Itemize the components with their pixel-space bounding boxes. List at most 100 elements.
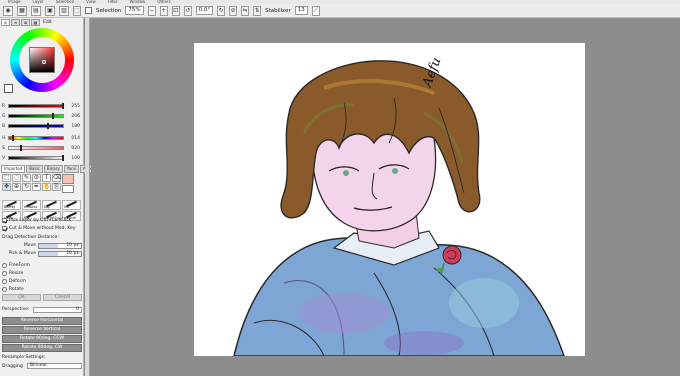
pick-layer-checkbox[interactable] (2, 218, 7, 223)
rotate-ccw-button[interactable]: Rotate 90deg. CCW (2, 335, 82, 343)
rotate-option[interactable]: Rotate (2, 286, 82, 293)
flip-icon[interactable]: ⇋ (241, 5, 250, 16)
cut-move-checkbox[interactable] (2, 226, 7, 231)
secondary-color-box[interactable] (62, 185, 74, 193)
slider-knob[interactable] (46, 123, 49, 129)
tab-imported[interactable]: Imported (1, 165, 26, 173)
color-slider-h[interactable]: H 014 (2, 134, 82, 142)
perspective-field[interactable]: 0 (33, 306, 82, 313)
swatch-mode-icon[interactable]: ▦ (31, 19, 40, 26)
stabilizer-select[interactable]: 13 (294, 6, 308, 15)
rotate-cw-button[interactable]: Rotate 90deg. CW (2, 344, 82, 352)
ok-button[interactable]: OK (2, 294, 41, 301)
rotate-left-icon[interactable]: ↺ (183, 5, 192, 16)
color-marker[interactable] (42, 60, 46, 64)
move-distance-slider[interactable]: Move 16 px (2, 242, 82, 249)
slider-knob[interactable] (61, 103, 64, 109)
slider-knob[interactable] (52, 113, 55, 119)
grid-icon[interactable]: ▦ (17, 5, 27, 16)
drawing-canvas[interactable]: Aefu (194, 43, 585, 357)
rose-brooch (442, 245, 462, 265)
rgb-mode-icon[interactable]: ≡ (11, 19, 20, 26)
slider-value: 180 (71, 123, 80, 129)
canvas-workspace[interactable]: Aefu (91, 18, 680, 376)
tab-yanii[interactable]: Yanii (63, 165, 79, 173)
selection-checkbox[interactable] (85, 7, 92, 14)
foreground-swatch[interactable] (4, 84, 13, 93)
tab-basic[interactable]: Basic (26, 165, 43, 173)
saturation-value-square[interactable] (29, 47, 55, 73)
flip-vertical-icon[interactable]: ⇅ (253, 5, 262, 16)
reverse-vertical-button[interactable]: Reverse Vertical (2, 326, 82, 334)
zoom-in-icon[interactable]: + (159, 5, 168, 16)
rotate-right-icon[interactable]: ↻ (217, 5, 226, 16)
pick-layer-option[interactable]: Pick Layer by Ctrl+LeftClick (2, 217, 82, 224)
wheel-mode-icon[interactable]: ◎ (1, 19, 10, 26)
color-mode-icon[interactable]: ◉ (3, 5, 13, 16)
navigator-icon[interactable]: ▣ (45, 5, 55, 16)
deselect-button[interactable]: ⬚ (73, 5, 81, 16)
resize-radio[interactable] (2, 271, 7, 276)
rotate-reset-icon[interactable]: ⊘ (229, 5, 238, 16)
pick-move-distance-slider[interactable]: Pick & Move 16 px (2, 250, 82, 257)
rotate-tool-icon[interactable]: ↻ (22, 183, 31, 191)
deform-radio[interactable] (2, 279, 7, 284)
magic-wand-icon[interactable]: ✎ (22, 174, 31, 182)
brush-slot[interactable]: ink (62, 200, 81, 210)
slider-track[interactable] (8, 155, 64, 161)
move-tool-icon[interactable]: ✥ (2, 183, 11, 191)
pen-tool-icon[interactable]: ✒ (32, 183, 41, 191)
pick-move-track[interactable]: 16 px (38, 250, 82, 257)
lasso-tool-icon[interactable]: ◌ (12, 174, 21, 182)
slider-knob[interactable] (11, 135, 14, 141)
brush-slot[interactable]: Blunty (2, 200, 21, 210)
resize-option[interactable]: Resize (2, 270, 82, 277)
brush-slot[interactable]: erasers (22, 200, 41, 210)
slider-track[interactable] (8, 145, 64, 151)
panel-scrollbar[interactable] (85, 18, 90, 376)
slider-value: 255 (71, 103, 80, 109)
color-slider-r[interactable]: R 255 (2, 102, 82, 110)
primary-color-box[interactable] (62, 174, 74, 184)
slider-track[interactable] (8, 103, 64, 109)
reverse-horizontal-button[interactable]: Reverse Horizontal (2, 317, 82, 325)
angle-field[interactable]: 0.0° (195, 6, 214, 15)
freeform-option[interactable]: FreeForm (2, 262, 82, 269)
select-tool-icon[interactable]: ⬚ (2, 174, 11, 182)
slider-knob[interactable] (61, 155, 64, 161)
dragging-select[interactable]: Bilinear (27, 363, 82, 369)
freeform-radio[interactable] (2, 263, 7, 268)
color-slider-g[interactable]: G 206 (2, 112, 82, 120)
slider-track[interactable] (8, 135, 64, 141)
zoom-field[interactable]: 75% (125, 6, 144, 15)
color-slider-b[interactable]: B 180 (2, 122, 82, 130)
move-label: Move (23, 243, 36, 248)
slider-track[interactable] (8, 113, 64, 119)
color-wheel[interactable] (10, 28, 74, 92)
pen-line-icon[interactable]: ⟋ (311, 5, 320, 16)
eyedropper-icon[interactable]: ⊘ (32, 174, 41, 182)
cancel-button[interactable]: Cancel (43, 294, 82, 301)
artwork (233, 60, 566, 357)
zoom-out-icon[interactable]: − (147, 5, 156, 16)
cut-move-option[interactable]: Cut & Move without Mod. Key (2, 225, 82, 232)
layers-icon[interactable]: ▤ (31, 5, 41, 16)
color-slider-v[interactable]: V 100 (2, 154, 82, 162)
color-slider-s[interactable]: S 020 (2, 144, 82, 152)
picker-modes: ◎ ≡ ≣ ▦ Edit (1, 19, 52, 26)
zoom-tool-icon[interactable]: ⊕ (12, 183, 21, 191)
hsv-mode-icon[interactable]: ≣ (21, 19, 30, 26)
tab-binary[interactable]: Binary (43, 165, 63, 173)
deform-option[interactable]: Deform (2, 278, 82, 285)
eraser-tool-icon[interactable]: ⌫ (52, 174, 61, 182)
brush-slot[interactable]: fog (42, 200, 61, 210)
slider-knob[interactable] (19, 145, 22, 151)
text-tool-icon[interactable]: T (42, 174, 51, 182)
brush-panel-icon[interactable]: ▥ (59, 5, 69, 16)
slider-track[interactable] (8, 123, 64, 129)
rotate-radio[interactable] (2, 287, 7, 292)
zoom-reset-icon[interactable]: ⊡ (171, 5, 180, 16)
hand-tool-icon[interactable]: ✋ (42, 183, 51, 191)
copy-tool-icon[interactable]: ⎘ (52, 183, 61, 191)
move-track[interactable]: 16 px (38, 242, 82, 249)
